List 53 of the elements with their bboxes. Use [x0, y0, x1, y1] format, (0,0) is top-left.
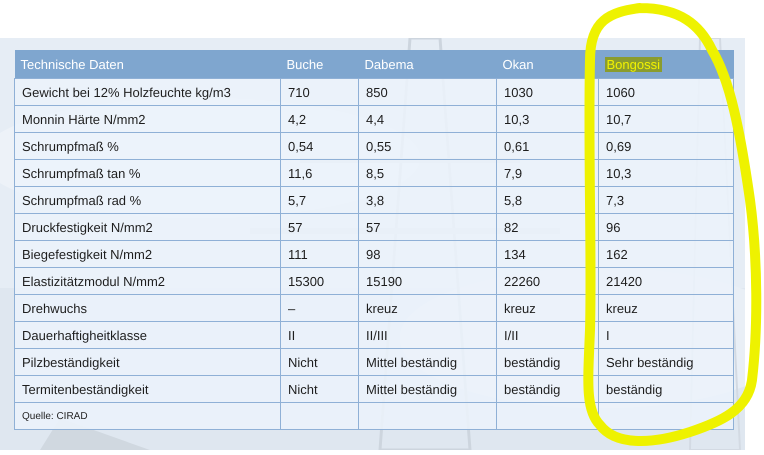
table-cell: 0,54: [280, 132, 358, 160]
source-note: Quelle: CIRAD: [14, 402, 280, 430]
table-cell: 111: [280, 240, 358, 268]
table-cell: 710: [280, 78, 358, 106]
highlighted-header-text: Bongossi: [604, 56, 662, 72]
column-header: Technische Daten: [14, 50, 280, 78]
table-cell: Biegefestigkeit N/mm2: [14, 240, 280, 268]
table-cell: Schrumpfmaß rad %: [14, 186, 280, 214]
table-cell: Schrumpfmaß %: [14, 132, 280, 160]
table-cell: 57: [358, 214, 496, 240]
table-cell: 10,7: [598, 106, 734, 132]
table-cell: Pilzbeständigkeit: [14, 348, 280, 376]
table-cell: beständig: [598, 376, 734, 402]
table-cell: Sehr beständig: [598, 348, 734, 376]
table-cell: 10,3: [598, 160, 734, 186]
table-cell: Druckfestigkeit N/mm2: [14, 214, 280, 240]
table-cell: Gewicht bei 12% Holzfeuchte kg/m3: [14, 78, 280, 106]
column-header: Dabema: [358, 50, 496, 78]
table-cell: Nicht: [280, 376, 358, 402]
table-cell: 850: [358, 78, 496, 106]
table-cell: 98: [358, 240, 496, 268]
table-cell: 7,3: [598, 186, 734, 214]
table-cell: 21420: [598, 268, 734, 294]
table-cell: 0,69: [598, 132, 734, 160]
table-cell: I: [598, 322, 734, 348]
table-cell: II: [280, 322, 358, 348]
table-cell: 1060: [598, 78, 734, 106]
table-cell: Termitenbeständigkeit: [14, 376, 280, 402]
table-cell: 11,6: [280, 160, 358, 186]
table-cell: Schrumpfmaß tan %: [14, 160, 280, 186]
table-cell: kreuz: [598, 294, 734, 322]
table-cell: 4,4: [358, 106, 496, 132]
table-cell: kreuz: [358, 294, 496, 322]
table-cell: 57: [280, 214, 358, 240]
table-cell: 4,2: [280, 106, 358, 132]
column-header: Buche: [280, 50, 358, 78]
table-cell: Elastizitätzmodul N/mm2: [14, 268, 280, 294]
table-cell: II/III: [358, 322, 496, 348]
table-cell: Monnin Härte N/mm2: [14, 106, 280, 132]
table-cell: 162: [598, 240, 734, 268]
table-cell: Dauerhaftigheitklasse: [14, 322, 280, 348]
table-cell: 3,8: [358, 186, 496, 214]
table-cell: 5,7: [280, 186, 358, 214]
table-cell: 15190: [358, 268, 496, 294]
table-cell: 0,55: [358, 132, 496, 160]
table-cell: 8,5: [358, 160, 496, 186]
table-cell: Mittel beständig: [358, 348, 496, 376]
table-cell: 96: [598, 214, 734, 240]
table-cell: –: [280, 294, 358, 322]
table-cell: Nicht: [280, 348, 358, 376]
table-cell: Drehwuchs: [14, 294, 280, 322]
table-cell: 15300: [280, 268, 358, 294]
table-cell: Mittel beständig: [358, 376, 496, 402]
